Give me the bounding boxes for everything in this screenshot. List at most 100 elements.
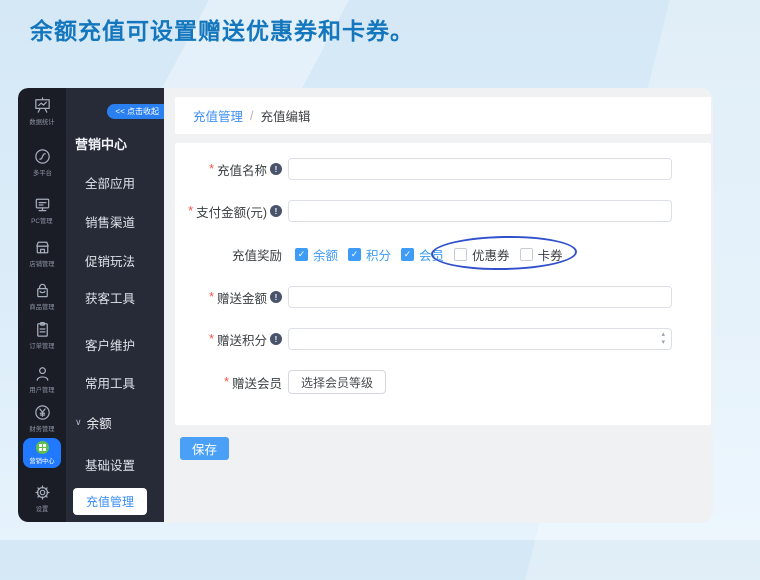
- form-row-recharge-name: * 充值名称 !: [175, 158, 711, 180]
- sidebar-item-store-manage[interactable]: 店铺管理: [18, 238, 66, 269]
- checkbox-balance[interactable]: ✓ 余额: [295, 245, 338, 264]
- recharge-edit-form: * 充值名称 ! * 支付金额(元) ! 充值奖励 ✓ 余额: [175, 143, 711, 425]
- sidebar: 数据统计 多平台 PC管理 店铺管理 商品管理 订单管理 用户管理 财务管理: [18, 88, 164, 522]
- field-label: * 赠送会员: [175, 373, 288, 392]
- required-mark: *: [209, 290, 214, 304]
- save-button[interactable]: 保存: [180, 437, 229, 460]
- rail-item-label: 多平台: [33, 169, 52, 178]
- info-icon[interactable]: !: [270, 333, 282, 345]
- field-label: * 支付金额(元) !: [175, 202, 288, 221]
- checkbox-label: 卡券: [538, 245, 563, 264]
- user-icon: [33, 364, 52, 383]
- form-row-rewards: 充值奖励 ✓ 余额 ✓ 积分 ✓ 会员 优惠券: [175, 243, 711, 265]
- checkbox-label: 优惠券: [472, 245, 510, 264]
- required-mark: *: [209, 162, 214, 176]
- recharge-name-input[interactable]: [288, 158, 672, 180]
- menu-item-promo-play[interactable]: 促销玩法: [85, 251, 135, 270]
- checkbox-card-voucher[interactable]: 卡券: [520, 245, 563, 264]
- reward-options: ✓ 余额 ✓ 积分 ✓ 会员 优惠券 卡券: [295, 245, 573, 264]
- rail-item-label: 设置: [36, 505, 49, 514]
- rail-item-label: 财务管理: [29, 425, 54, 434]
- sidebar-item-user-manage[interactable]: 用户管理: [18, 364, 66, 395]
- required-mark: *: [209, 332, 214, 346]
- field-label-text: 支付金额(元): [196, 202, 267, 221]
- required-mark: *: [188, 204, 193, 218]
- info-icon[interactable]: !: [270, 291, 282, 303]
- sidebar-menu: << 点击收起 营销中心 全部应用 销售渠道 促销玩法 获客工具 客户维护 常用…: [66, 88, 164, 522]
- rail-item-label: 营销中心: [29, 456, 54, 465]
- breadcrumb-parent-link[interactable]: 充值管理: [193, 106, 243, 125]
- info-icon[interactable]: !: [270, 205, 282, 217]
- info-icon[interactable]: !: [270, 163, 282, 175]
- breadcrumb-current: 充值编辑: [261, 106, 311, 125]
- menu-item-basic-settings[interactable]: 基础设置: [85, 455, 135, 474]
- clipboard-icon: [33, 320, 52, 339]
- checkbox-label: 余额: [313, 245, 338, 264]
- checkbox-label: 会员: [419, 245, 444, 264]
- sidebar-item-goods-manage[interactable]: 商品管理: [18, 281, 66, 312]
- checkbox-member[interactable]: ✓ 会员: [401, 245, 444, 264]
- monitor-icon: [33, 195, 52, 214]
- sidebar-item-pc-manage[interactable]: PC管理: [18, 195, 66, 226]
- stepper-up-icon[interactable]: ▴: [661, 331, 665, 339]
- required-mark: *: [224, 375, 229, 389]
- field-label: * 赠送金额 !: [175, 288, 288, 307]
- checkbox-points[interactable]: ✓ 积分: [348, 245, 391, 264]
- sidebar-item-data-stats[interactable]: 数据统计: [18, 96, 66, 127]
- breadcrumb-separator: /: [250, 109, 253, 123]
- chevron-down-icon: ∨: [75, 417, 82, 428]
- select-member-level-button[interactable]: 选择会员等级: [288, 370, 386, 394]
- menu-item-sales-channels[interactable]: 销售渠道: [85, 212, 135, 231]
- checkbox-checked-icon: ✓: [401, 248, 414, 261]
- gear-icon: [33, 483, 52, 502]
- page-title: 余额充值可设置赠送优惠券和卡券。: [30, 12, 414, 46]
- multi-platform-icon: [33, 147, 52, 166]
- menu-item-all-apps[interactable]: 全部应用: [85, 173, 135, 192]
- form-row-gift-member: * 赠送会员 选择会员等级: [175, 369, 711, 395]
- sidebar-item-order-manage[interactable]: 订单管理: [18, 320, 66, 351]
- form-row-gift-amount: * 赠送金额 !: [175, 286, 711, 308]
- field-label: * 赠送积分 !: [175, 330, 288, 349]
- main-panel: 充值管理 / 充值编辑 * 充值名称 ! * 支付金额(元) ! 充值奖励: [164, 88, 713, 523]
- rail-item-label: PC管理: [31, 217, 52, 226]
- stepper-down-icon[interactable]: ▾: [661, 339, 665, 347]
- rail-item-label: 数据统计: [29, 118, 54, 127]
- sidebar-item-settings[interactable]: 设置: [18, 483, 66, 514]
- sidebar-item-multi-platform[interactable]: 多平台: [18, 147, 66, 178]
- storefront-icon: [33, 238, 52, 257]
- form-row-pay-amount: * 支付金额(元) !: [175, 200, 711, 222]
- pay-amount-input[interactable]: [288, 200, 672, 222]
- checkbox-label: 积分: [366, 245, 391, 264]
- menu-group-balance[interactable]: ∨ 余额: [75, 413, 112, 432]
- checkbox-coupon[interactable]: 优惠券: [454, 245, 510, 264]
- sidebar-icon-rail: 数据统计 多平台 PC管理 店铺管理 商品管理 订单管理 用户管理 财务管理: [18, 88, 66, 522]
- menu-item-customer-care[interactable]: 客户维护: [85, 335, 135, 354]
- yuan-circle-icon: [33, 403, 52, 422]
- field-label-text: 充值名称: [217, 160, 267, 179]
- rail-item-label: 店铺管理: [29, 260, 54, 269]
- gift-points-input-wrap: ▴ ▾: [288, 328, 672, 350]
- checkbox-unchecked-icon: [454, 248, 467, 261]
- gift-points-input[interactable]: [288, 328, 672, 350]
- menu-section-marketing-center[interactable]: 营销中心: [75, 134, 127, 153]
- field-label-text: 赠送金额: [217, 288, 267, 307]
- field-label-text: 充值奖励: [232, 245, 282, 264]
- menu-item-common-tools[interactable]: 常用工具: [85, 373, 135, 392]
- menu-item-customer-acquisition[interactable]: 获客工具: [85, 288, 135, 307]
- field-label-text: 赠送积分: [217, 330, 267, 349]
- gift-amount-input[interactable]: [288, 286, 672, 308]
- sidebar-item-finance-manage[interactable]: 财务管理: [18, 403, 66, 434]
- field-label: 充值奖励: [175, 245, 288, 264]
- field-label-text: 赠送会员: [232, 373, 282, 392]
- chart-board-icon: [33, 96, 52, 115]
- field-label: * 充值名称 !: [175, 160, 288, 179]
- menu-item-recharge-manage-active[interactable]: 充值管理: [73, 488, 147, 515]
- checkbox-unchecked-icon: [520, 248, 533, 261]
- rail-item-label: 用户管理: [29, 386, 54, 395]
- rail-item-label: 订单管理: [29, 342, 54, 351]
- sidebar-item-marketing-center-active[interactable]: 营销中心: [23, 438, 61, 468]
- collapse-sidebar-button[interactable]: << 点击收起: [107, 104, 164, 119]
- shopping-bag-icon: [33, 281, 52, 300]
- rail-item-label: 商品管理: [29, 303, 54, 312]
- number-stepper[interactable]: ▴ ▾: [661, 331, 665, 347]
